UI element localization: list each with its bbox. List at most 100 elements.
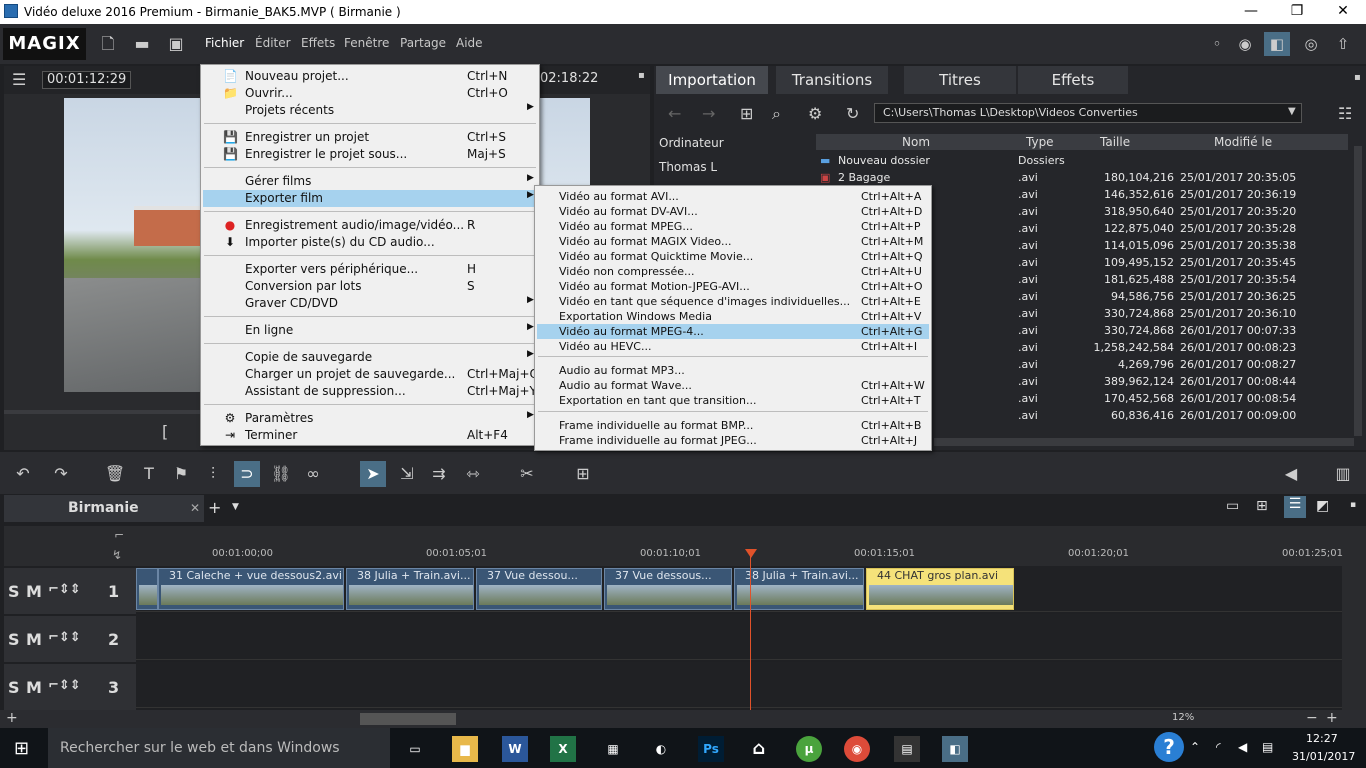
track-scrollbar[interactable] <box>1342 566 1366 710</box>
col-nom[interactable]: Nom <box>902 135 930 149</box>
file-menu-item[interactable]: Conversion par lots S <box>203 278 537 295</box>
export-menu-item[interactable]: Frame individuelle au format BMP... Ctrl+… <box>537 418 929 433</box>
file-menu-item[interactable]: 💾 Enregistrer le projet sous... Maj+S <box>203 146 537 163</box>
timeline-ruler[interactable] <box>136 526 1366 566</box>
title-icon[interactable]: T <box>136 461 162 487</box>
word-icon[interactable]: W <box>502 736 528 762</box>
magix-taskbar-icon[interactable]: ◧ <box>942 736 968 762</box>
project-tab[interactable]: Birmanie ✕ <box>4 495 204 522</box>
file-menu-item[interactable]: 💾 Enregistrer un projet Ctrl+S <box>203 129 537 146</box>
home-icon[interactable]: ⌂ <box>746 736 772 762</box>
col-type[interactable]: Type <box>1026 135 1054 149</box>
dot-icon[interactable]: ◦ <box>1204 32 1230 56</box>
insert-icon[interactable]: ⊞ <box>570 461 596 487</box>
menu-aide[interactable]: Aide <box>456 36 483 50</box>
tab-importation[interactable]: Importation <box>656 66 768 94</box>
clock-date[interactable]: 31/01/2017 <box>1292 750 1355 763</box>
playhead[interactable] <box>750 550 751 710</box>
tab-titres[interactable]: Titres <box>904 66 1016 94</box>
menu-editer[interactable]: Éditer <box>255 36 291 50</box>
export-menu-item[interactable]: Vidéo au format Quicktime Movie... Ctrl+A… <box>537 249 929 264</box>
chrome-icon[interactable]: ◉ <box>844 736 870 762</box>
menu-fichier[interactable]: Fichier <box>205 36 244 50</box>
col-taille[interactable]: Taille <box>1100 135 1130 149</box>
file-menu-item[interactable]: 📄 Nouveau projet... Ctrl+N <box>203 68 537 85</box>
list-view-icon[interactable]: ☷ <box>1338 104 1352 123</box>
taskbar-search[interactable]: Rechercher sur le web et dans Windows <box>48 728 390 768</box>
search-icon[interactable]: ⌕ <box>772 104 781 124</box>
file-menu-item[interactable]: ⚙ Paramètres ▶ <box>203 410 537 427</box>
close-button[interactable]: ✕ <box>1320 0 1366 24</box>
file-menu-item[interactable]: ⬇ Importer piste(s) du CD audio... <box>203 234 537 251</box>
move-tool-icon[interactable]: ⇲ <box>394 461 420 487</box>
mute-button[interactable]: M <box>26 630 42 649</box>
media-mode-icon[interactable]: ◧ <box>1264 32 1290 56</box>
gear-icon[interactable]: ⚙ <box>808 104 822 123</box>
calculator-icon[interactable]: ▦ <box>600 736 626 762</box>
clock-time[interactable]: 12:27 <box>1306 732 1338 745</box>
view-timeline-icon[interactable]: ☰ <box>1284 496 1306 518</box>
volume-icon[interactable]: ◀ <box>1278 461 1304 487</box>
redo-icon[interactable]: ↷ <box>48 461 74 487</box>
track-lane-2[interactable] <box>136 614 1342 660</box>
help-icon[interactable]: ? <box>1154 732 1184 762</box>
file-menu-item[interactable]: Assistant de suppression... Ctrl+Maj+Y <box>203 383 537 400</box>
file-menu-item[interactable]: Graver CD/DVD ▶ <box>203 295 537 312</box>
file-list-hscrollbar[interactable] <box>934 438 1354 446</box>
track-header-1[interactable]: S M ⌐⇕⇕ 1 <box>4 568 136 614</box>
refresh-icon[interactable]: ↻ <box>846 104 859 123</box>
lock-icon[interactable]: ⌐ <box>114 528 124 542</box>
minimize-button[interactable]: — <box>1228 0 1274 24</box>
export-menu-item[interactable]: Vidéo au format AVI... Ctrl+Alt+A <box>537 189 929 204</box>
export-menu-item[interactable]: Vidéo au format DV-AVI... Ctrl+Alt+D <box>537 204 929 219</box>
preview-expand-icon[interactable]: ▪ <box>638 70 645 81</box>
pointer-icon[interactable]: ➤ <box>360 461 386 487</box>
export-menu-item[interactable]: Vidéo en tant que séquence d'images indi… <box>537 294 929 309</box>
zoom-out-icon[interactable]: − <box>1306 710 1318 726</box>
network-icon[interactable]: ◜ <box>1216 740 1221 754</box>
file-menu-item[interactable]: Gérer films ▶ <box>203 173 537 190</box>
disc-icon[interactable]: ◎ <box>1298 32 1324 56</box>
export-menu-item[interactable]: Vidéo non compressée... Ctrl+Alt+U <box>537 264 929 279</box>
file-menu-item[interactable]: Copie de sauvegarde ▶ <box>203 349 537 366</box>
track-lock-icon[interactable]: ⌐⇕⇕ <box>48 678 81 693</box>
view-single-icon[interactable]: ▭ <box>1226 498 1239 514</box>
clip-partial[interactable] <box>136 568 158 610</box>
restore-button[interactable]: ❐ <box>1274 0 1320 24</box>
mixer-panel-icon[interactable]: ▥ <box>1330 461 1356 487</box>
clip[interactable]: 31 Caleche + vue dessous2.avi... <box>158 568 344 610</box>
export-menu-item[interactable]: Vidéo au format MAGIX Video... Ctrl+Alt+M <box>537 234 929 249</box>
export-menu-item[interactable]: Frame individuelle au format JPEG... Ctrl… <box>537 433 929 448</box>
upload-icon[interactable]: ⇧ <box>1330 32 1356 56</box>
solo-button[interactable]: S <box>8 678 20 697</box>
clip-selected[interactable]: 44 CHAT gros plan.avi <box>866 568 1014 610</box>
new-file-icon[interactable]: 🗋 <box>98 34 118 54</box>
file-menu-item[interactable]: 📁 Ouvrir... Ctrl+O <box>203 85 537 102</box>
col-modifie[interactable]: Modifié le <box>1214 135 1272 149</box>
tree-item-ordinateur[interactable]: Ordinateur <box>659 136 724 150</box>
export-menu-item[interactable]: Audio au format MP3... <box>537 363 929 378</box>
undo-icon[interactable]: ↶ <box>10 461 36 487</box>
ruler-arrow-icon[interactable]: ↯ <box>112 548 122 562</box>
file-menu-item[interactable]: Exporter film ▶ <box>203 190 537 207</box>
explorer-icon[interactable]: ▆ <box>452 736 478 762</box>
tree-icon[interactable]: ⊞ <box>740 104 753 123</box>
track-header-2[interactable]: S M ⌐⇕⇕ 2 <box>4 616 136 662</box>
file-menu-item[interactable]: En ligne ▶ <box>203 322 537 339</box>
export-menu-item[interactable]: Vidéo au format Motion-JPEG-AVI... Ctrl+A… <box>537 279 929 294</box>
scissors-icon[interactable]: ✂ <box>514 461 540 487</box>
zoom-level[interactable]: 12% <box>1172 712 1194 723</box>
file-menu-item[interactable]: Projets récents ▶ <box>203 102 537 119</box>
task-view-icon[interactable]: ▭ <box>402 736 428 762</box>
marker-icon[interactable]: ⚑ <box>168 461 194 487</box>
file-menu-item[interactable]: ● Enregistrement audio/image/vidéo... R <box>203 217 537 234</box>
clip[interactable]: 38 Julia + Train.avi... <box>346 568 474 610</box>
tray-chevron-icon[interactable]: ⌃ <box>1190 740 1200 754</box>
save-icon[interactable]: ▣ <box>166 34 186 54</box>
file-menu-item[interactable]: Exporter vers périphérique... H <box>203 261 537 278</box>
menu-effets[interactable]: Effets <box>301 36 335 50</box>
notifications-icon[interactable]: ▤ <box>1262 740 1273 754</box>
hamburger-icon[interactable]: ☰ <box>12 70 26 89</box>
media-close-icon[interactable]: ▪ <box>1354 72 1361 83</box>
track-lane-3[interactable] <box>136 662 1342 708</box>
